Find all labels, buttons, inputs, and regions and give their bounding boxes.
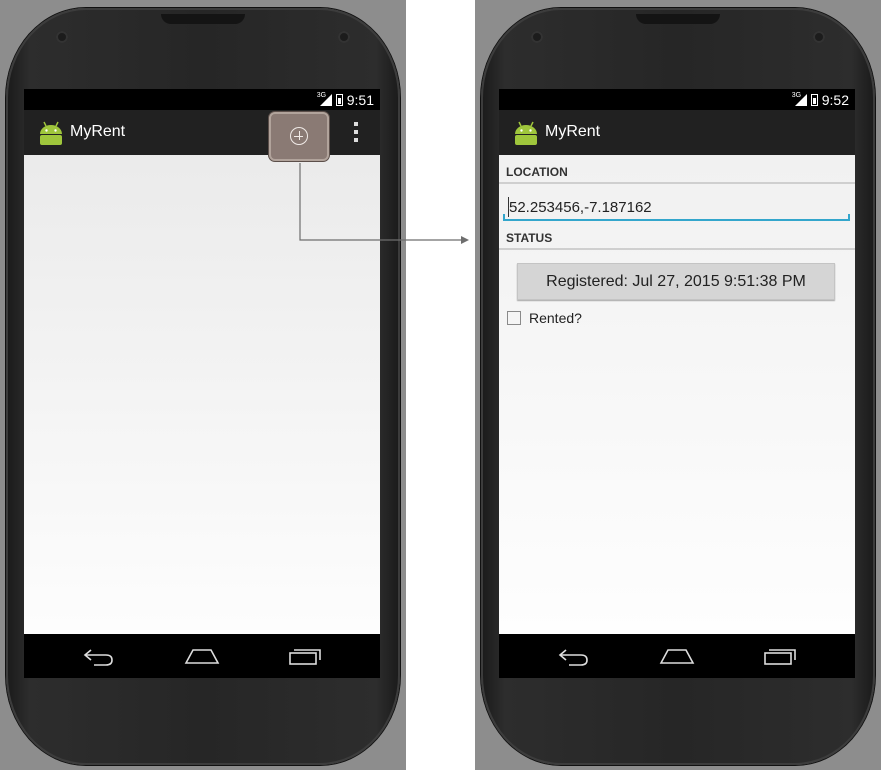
transition-arrow — [299, 163, 469, 244]
